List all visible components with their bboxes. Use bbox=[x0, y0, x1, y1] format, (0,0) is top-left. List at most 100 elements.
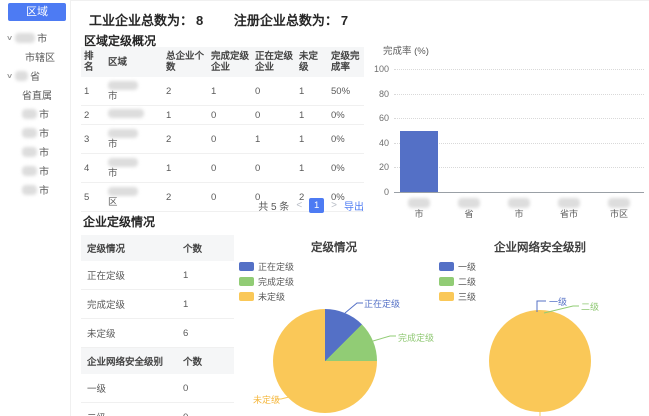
pagination-next-icon[interactable]: > bbox=[331, 200, 337, 211]
legend-item-unrated[interactable]: 未定级 bbox=[239, 289, 294, 304]
legend-item-level3[interactable]: 三级 bbox=[439, 289, 476, 304]
pie-legend: 一级 二级 三级 bbox=[439, 259, 476, 304]
cell-in-progress: 0 bbox=[252, 106, 296, 125]
tree-node-city[interactable]: 市 bbox=[0, 123, 69, 142]
redacted-region-name bbox=[458, 198, 480, 208]
col-in-progress: 正在定级企业 bbox=[252, 47, 296, 77]
redacted-region-name bbox=[108, 81, 138, 90]
rating-pie[interactable] bbox=[273, 309, 377, 413]
x-category-suffix: 市 bbox=[414, 209, 423, 219]
x-category-suffix: 省市 bbox=[560, 209, 578, 219]
legend-label: 正在定级 bbox=[258, 260, 294, 273]
tree-node-province-direct[interactable]: 省直属 bbox=[0, 85, 69, 104]
chevron-down-icon[interactable]: ∨ bbox=[6, 34, 13, 42]
legend-swatch-yellow bbox=[439, 292, 454, 301]
cell-rank: 1 bbox=[81, 77, 105, 106]
tree-node-city[interactable]: 市 bbox=[0, 142, 69, 161]
redacted-region-name bbox=[22, 128, 37, 138]
redacted-region-name bbox=[15, 33, 35, 43]
table-row: 2 1 0 0 1 0% bbox=[81, 106, 364, 125]
pie-legend: 正在定级 完成定级 未定级 bbox=[239, 259, 294, 304]
legend-swatch-green bbox=[439, 277, 454, 286]
sidebar-header-region[interactable]: 区域 bbox=[8, 3, 66, 21]
bar[interactable] bbox=[400, 131, 438, 193]
pie-title: 定级情况 bbox=[233, 239, 435, 255]
x-category-suffix: 市 bbox=[514, 209, 523, 219]
col-unrated: 未定级 bbox=[296, 47, 328, 77]
tree-node-province[interactable]: ∨ 省 bbox=[0, 66, 69, 85]
legend-label: 三级 bbox=[458, 290, 476, 303]
row-value: 0 bbox=[177, 374, 234, 403]
table-row: 正在定级 1 bbox=[81, 261, 234, 290]
tree-node-label: 市辖区 bbox=[25, 49, 55, 64]
pie-title: 企业网络安全级别 bbox=[433, 239, 647, 255]
legend-item-completed[interactable]: 完成定级 bbox=[239, 274, 294, 289]
cell-rank: 3 bbox=[81, 125, 105, 154]
row-label: 未定级 bbox=[81, 319, 177, 348]
table-row: 完成定级 1 bbox=[81, 290, 234, 319]
chevron-down-icon[interactable]: ∨ bbox=[6, 72, 13, 80]
legend-swatch-green bbox=[239, 277, 254, 286]
legend-swatch-blue bbox=[239, 262, 254, 271]
cell-total: 1 bbox=[163, 106, 208, 125]
cell-total: 2 bbox=[163, 125, 208, 154]
col-completed: 完成定级企业 bbox=[208, 47, 252, 77]
redacted-region-name bbox=[508, 198, 530, 208]
registered-total-label: 注册企业总数为： bbox=[234, 13, 338, 28]
tree-node-city[interactable]: 市 bbox=[0, 104, 69, 123]
tree-node-municipal-district[interactable]: 市辖区 bbox=[0, 47, 69, 66]
redacted-region-name bbox=[15, 71, 28, 81]
redacted-region-name bbox=[408, 198, 430, 208]
legend-label: 一级 bbox=[458, 260, 476, 273]
row-label: 二级 bbox=[81, 403, 177, 416]
pie-callout-in-progress: 正在定级 bbox=[364, 297, 400, 310]
row-value: 1 bbox=[177, 290, 234, 319]
pagination-prev-icon[interactable]: < bbox=[296, 200, 302, 211]
tree-node-suffix: 市 bbox=[39, 163, 49, 178]
region-sidebar: 区域 ∨ 市 市辖区 ∨ 省 省直属 市 bbox=[0, 0, 69, 416]
cell-completed: 0 bbox=[208, 106, 252, 125]
pagination-total: 共 5 条 bbox=[258, 198, 289, 213]
cell-completed: 0 bbox=[208, 125, 252, 154]
table-row: 一级 0 bbox=[81, 374, 234, 403]
industrial-total-value: 8 bbox=[196, 13, 203, 28]
main-content: 工业企业总数为：8 注册企业总数为：7 区域定级概况 排名 区域 总企业个数 完… bbox=[70, 0, 649, 416]
legend-item-level2[interactable]: 二级 bbox=[439, 274, 476, 289]
cell-region bbox=[105, 106, 163, 125]
col-region: 区域 bbox=[105, 47, 163, 77]
x-category-suffix: 市区 bbox=[610, 209, 628, 219]
tree-node-city[interactable]: 市 bbox=[0, 161, 69, 180]
table-header-row: 企业网络安全级别 个数 bbox=[81, 348, 234, 375]
y-axis-label: 完成率 (%) bbox=[383, 43, 429, 57]
table-header-row: 排名 区域 总企业个数 完成定级企业 正在定级企业 未定级 定级完成率 bbox=[81, 47, 364, 77]
table-header-row: 定级情况 个数 bbox=[81, 235, 234, 261]
redacted-region-name bbox=[22, 166, 37, 176]
tree-node-city[interactable]: 市 bbox=[0, 180, 69, 199]
pie-callout-level2: 二级 bbox=[581, 300, 599, 313]
pie-callout-completed: 完成定级 bbox=[398, 331, 434, 344]
enterprise-summary-table: 定级情况 个数 正在定级 1 完成定级 1 未定级 6 企业网络安全级别 个数 … bbox=[81, 235, 234, 416]
legend-label: 二级 bbox=[458, 275, 476, 288]
y-tick: 60 bbox=[365, 113, 389, 123]
security-pie[interactable] bbox=[489, 310, 591, 412]
pagination-page-1[interactable]: 1 bbox=[309, 198, 324, 213]
region-tree: ∨ 市 市辖区 ∨ 省 省直属 市 市 bbox=[0, 28, 69, 199]
export-link[interactable]: 导出 bbox=[344, 198, 364, 213]
legend-item-level1[interactable]: 一级 bbox=[439, 259, 476, 274]
cell-completed: 0 bbox=[208, 154, 252, 183]
tree-node-label: 省直属 bbox=[22, 87, 52, 102]
legend-item-in-progress[interactable]: 正在定级 bbox=[239, 259, 294, 274]
rating-status-pie-chart: 定级情况 正在定级 完成定级 未定级 正在定级 完成定级 未定级 bbox=[233, 233, 435, 416]
pie-callout-unrated: 未定级 bbox=[253, 393, 280, 406]
tree-node-city[interactable]: ∨ 市 bbox=[0, 28, 69, 47]
redacted-region-name bbox=[108, 109, 144, 118]
row-value: 0 bbox=[177, 403, 234, 416]
cell-unrated: 1 bbox=[296, 106, 328, 125]
col-total: 总企业个数 bbox=[163, 47, 208, 77]
row-value: 6 bbox=[177, 319, 234, 348]
cell-region: 市 bbox=[105, 154, 163, 183]
x-category: 市区 bbox=[594, 198, 644, 219]
dashboard: 区域 ∨ 市 市辖区 ∨ 省 省直属 市 bbox=[0, 0, 649, 416]
row-value: 1 bbox=[177, 261, 234, 290]
tree-node-suffix: 市 bbox=[39, 125, 49, 140]
